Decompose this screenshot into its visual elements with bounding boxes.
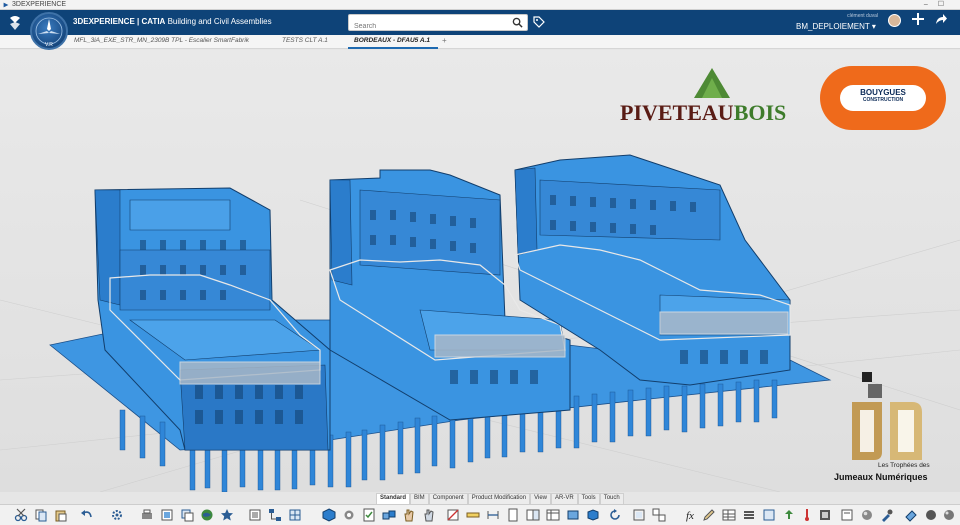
upload-icon[interactable] [782, 508, 796, 522]
copy-icon[interactable] [34, 508, 48, 522]
paste-icon[interactable] [54, 508, 68, 522]
compass-widget[interactable]: V.R [30, 12, 68, 50]
add-tab-button[interactable]: + [442, 36, 447, 45]
stack-icon[interactable] [742, 508, 756, 522]
film-icon[interactable] [818, 508, 832, 522]
table-icon[interactable] [546, 508, 560, 522]
doc-icon[interactable] [506, 508, 520, 522]
construction-word: CONSTRUCTION [862, 97, 904, 103]
building-model[interactable] [0, 50, 960, 492]
user-avatar[interactable] [888, 14, 901, 27]
document-view-icon[interactable] [840, 508, 854, 522]
thermometer-icon[interactable] [800, 508, 814, 522]
component-icon[interactable] [322, 508, 336, 522]
list-icon[interactable] [248, 508, 262, 522]
wbtab-touch[interactable]: Touch [599, 493, 624, 504]
formula-icon[interactable]: fx [684, 508, 698, 522]
print-icon[interactable] [140, 508, 154, 522]
star-icon[interactable] [220, 508, 234, 522]
pan-icon[interactable] [422, 508, 436, 522]
tag-list-icon[interactable] [762, 508, 776, 522]
tree-icon[interactable] [268, 508, 282, 522]
hand-icon[interactable] [402, 508, 416, 522]
brand-app: Building and Civil Assemblies [167, 17, 272, 26]
document-tabs: MFL_3iA_EXE_STR_MN_2309 B TPL - Escalier… [0, 35, 960, 49]
wbtab-component[interactable]: Component [428, 493, 468, 504]
window-titlebar: 3DEXPERIENCE –☐ [0, 0, 960, 10]
wbtab-product-modification[interactable]: Product Modification [467, 493, 531, 504]
active-tab-indicator [348, 47, 438, 49]
action-bar: fx [0, 504, 960, 525]
render-sphere-icon[interactable] [860, 508, 874, 522]
bouygues-logo: BOUYGUES CONSTRUCTION [820, 66, 946, 130]
app-bar: 3DEXPERIENCE | CATIA Building and Civil … [0, 10, 960, 35]
capture-icon[interactable] [160, 508, 174, 522]
bouygues-word: BOUYGUES [860, 88, 906, 97]
spreadsheet-icon[interactable] [722, 508, 736, 522]
checklist-icon[interactable] [362, 508, 376, 522]
search-icon[interactable] [512, 17, 523, 28]
window-title: 3DEXPERIENCE [12, 1, 67, 8]
svg-text:V.R: V.R [45, 42, 53, 48]
eyedropper-icon[interactable] [880, 508, 894, 522]
ds-logo-icon [3, 2, 9, 8]
piveteau-word: PIVETEAU [620, 100, 734, 125]
cubes-icon[interactable] [382, 508, 396, 522]
material-ball-icon[interactable] [942, 508, 956, 522]
layers-icon[interactable] [180, 508, 194, 522]
svg-text:fx: fx [686, 510, 694, 522]
settings-gear-icon[interactable] [110, 508, 124, 522]
user-block[interactable]: clément duval BM_DEPLOIEMENT ▾ [790, 13, 900, 33]
wbtab-standard[interactable]: Standard [376, 493, 411, 504]
eraser-icon[interactable] [904, 508, 918, 522]
cut-icon[interactable] [14, 508, 28, 522]
grid-select-icon[interactable] [288, 508, 302, 522]
brand-name: 3DEXPERIENCE | CATIA [73, 17, 166, 26]
3d-viewport[interactable]: PIVETEAUBOIS BOUYGUES CONSTRUCTION Les T… [0, 50, 960, 492]
workbench-tabs: Standard BIM Component Product Modificat… [376, 493, 624, 504]
measure-icon[interactable] [466, 508, 480, 522]
3ds-logo-icon[interactable] [8, 14, 22, 31]
globe-icon[interactable] [200, 508, 214, 522]
compass-icon: V.R [35, 17, 63, 48]
snapshot-icon[interactable] [566, 508, 580, 522]
bois-word: BOIS [733, 100, 787, 125]
tab-mfl[interactable]: MFL_3iA_EXE_STR_MN_2309 [74, 37, 165, 44]
user-name: clément duval [847, 13, 878, 19]
wbtab-bim[interactable]: BIM [410, 493, 429, 504]
dimension-icon[interactable] [486, 508, 500, 522]
window-controls[interactable]: –☐ [924, 0, 954, 8]
multi-view-icon[interactable] [652, 508, 666, 522]
tab-tests-clt[interactable]: TESTS CLT A.1 [282, 37, 328, 44]
undo-icon[interactable] [80, 508, 94, 522]
tenant-label: BM_DEPLOIEMENT [796, 22, 870, 31]
box-icon[interactable] [586, 508, 600, 522]
piveteau-text: PIVETEAUBOIS [620, 100, 786, 126]
building-left[interactable] [94, 187, 331, 451]
tab-bordeaux[interactable]: BORDEAUX - DFAU5 A.1 [354, 37, 430, 44]
gear-assembly-icon[interactable] [342, 508, 356, 522]
material-icon[interactable] [924, 508, 938, 522]
bouygues-badge: BOUYGUES CONSTRUCTION [840, 85, 926, 111]
tab-escalier[interactable]: B TPL - Escalier SmartFabrik [165, 37, 249, 44]
search-input[interactable] [349, 19, 499, 34]
pencil-icon[interactable] [702, 508, 716, 522]
wbtab-tools[interactable]: Tools [577, 493, 600, 504]
add-icon[interactable] [911, 12, 925, 26]
tenant-selector[interactable]: BM_DEPLOIEMENT ▾ [796, 22, 876, 31]
doc-compare-icon[interactable] [526, 508, 540, 522]
frame-icon[interactable] [632, 508, 646, 522]
app-brand: 3DEXPERIENCE | CATIA Building and Civil … [73, 17, 272, 26]
refresh-icon[interactable] [608, 508, 622, 522]
tag-icon[interactable] [532, 15, 546, 29]
trophy-line2: Jumeaux Numériques [834, 472, 928, 482]
share-icon[interactable] [934, 12, 948, 26]
trophy-line1: Les Trophées des [878, 462, 930, 469]
wbtab-ar-vr[interactable]: AR-VR [551, 493, 578, 504]
wbtab-view[interactable]: View [530, 493, 551, 504]
trophees-logo [852, 372, 922, 460]
section-icon[interactable] [446, 508, 460, 522]
search-box[interactable] [348, 14, 528, 34]
